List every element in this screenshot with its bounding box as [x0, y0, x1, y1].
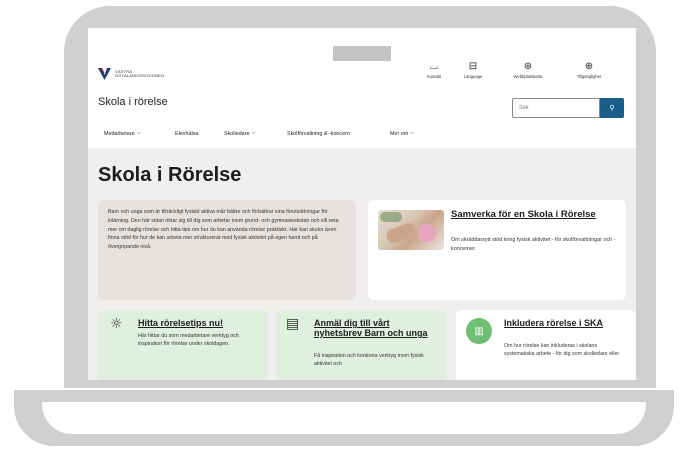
card-rorelsetips[interactable]: ☼ Hitta rörelsetips nu! Här hittar du so… — [98, 310, 268, 380]
top-link-label: Language — [463, 74, 483, 79]
card-nyhetsbrev[interactable]: ▤ Anmäl dig till vårt nyhetsbrev Barn oc… — [276, 310, 446, 380]
bookmark-icon: ⌴ — [430, 61, 438, 72]
laptop-screen: VÄSTRA GÖTALANDSREGIONEN Skola i rörelse… — [88, 28, 636, 380]
top-link-language[interactable]: ⊟ Language — [450, 61, 496, 79]
sitemap-icon: ⊛ — [523, 61, 533, 72]
photo-detail — [380, 212, 402, 222]
search-input[interactable] — [512, 98, 600, 118]
site-title[interactable]: Skola i rörelse — [98, 96, 168, 108]
card-rorelsetips-link[interactable]: Hitta rörelsetips nu! — [138, 318, 262, 328]
search-icon: ⚲ — [609, 104, 615, 112]
main-content: Skola i Rörelse Barn och unga som är til… — [88, 148, 636, 380]
logo-text-line2: GÖTALANDSREGIONEN — [115, 73, 165, 78]
chevron-down-icon: ⌵ — [410, 130, 415, 136]
card-nyhetsbrev-text: Få inspiration och konkreta verktyg inom… — [314, 353, 424, 368]
card-ska-text: Om hur rörelse kan inkluderas i skolans … — [504, 343, 620, 358]
page-title: Skola i Rörelse — [98, 164, 242, 186]
logo-text: VÄSTRA GÖTALANDSREGIONEN — [115, 69, 165, 79]
language-icon: ⊟ — [468, 61, 478, 72]
top-links: ⌴ Kontakt ⊟ Language ⊛ Webbplatskarta ⊕ … — [418, 61, 618, 79]
nav-item-medarbetare[interactable]: Medarbetare ⌵ — [104, 130, 175, 137]
top-link-label: Tillgänglighet — [576, 74, 602, 79]
collaboration-photo — [378, 210, 444, 250]
chart-icon: ▥ — [474, 325, 484, 337]
top-link-sitemap[interactable]: ⊛ Webbplatskarta — [496, 61, 560, 79]
top-link-label: Kontakt — [426, 74, 442, 79]
laptop-camera — [333, 46, 391, 61]
card-rorelsetips-text: Här hittar du som medarbetare verktyg oc… — [138, 333, 239, 348]
nav-item-label: Elevhälsa — [175, 130, 199, 137]
top-link-contact[interactable]: ⌴ Kontakt — [418, 61, 450, 79]
accessibility-icon: ⊕ — [584, 61, 594, 72]
card-ska-badge: ▥ — [466, 318, 492, 344]
photo-detail — [384, 221, 418, 245]
site-logo[interactable]: VÄSTRA GÖTALANDSREGIONEN — [98, 68, 164, 80]
card-samverka[interactable]: Samverka för en Skola i Rörelse Om skräd… — [368, 200, 626, 300]
nav-item-elevhalsa[interactable]: Elevhälsa — [175, 130, 224, 137]
intro-text: Barn och unga som är tillräckligt fysisk… — [108, 209, 339, 251]
card-samverka-link[interactable]: Samverka för en Skola i Rörelse — [451, 209, 611, 221]
document-icon: ▤ — [286, 316, 300, 332]
lightbulb-icon: ☼ — [110, 316, 123, 332]
nav-item-mer-om[interactable]: Mer om ⌵ — [390, 130, 414, 137]
search-bar: ⚲ — [512, 98, 624, 118]
card-ska-link[interactable]: Inkludera rörelse i SKA — [504, 318, 624, 328]
nav-item-label: Skolförvaltning & -koncern — [287, 130, 350, 137]
main-nav: Medarbetare ⌵ Elevhälsa Skolledare ⌵ Sko… — [104, 130, 414, 137]
nav-item-label: Mer om — [390, 130, 409, 137]
card-ska[interactable]: ▥ Inkludera rörelse i SKA Om hur rörelse… — [456, 310, 636, 380]
laptop-base-notch — [42, 402, 646, 434]
nav-item-label: Skolledare — [224, 130, 250, 137]
chevron-down-icon: ⌵ — [251, 130, 256, 136]
chevron-down-icon: ⌵ — [136, 130, 141, 136]
nav-item-skolledare[interactable]: Skolledare ⌵ — [224, 130, 287, 137]
nav-item-label: Medarbetare — [104, 130, 135, 137]
top-link-accessibility[interactable]: ⊕ Tillgänglighet — [560, 61, 618, 79]
photo-detail — [418, 224, 436, 242]
nav-item-skolforvaltning[interactable]: Skolförvaltning & -koncern — [287, 130, 390, 137]
search-button[interactable]: ⚲ — [600, 98, 624, 118]
logo-mark-icon — [98, 68, 111, 80]
intro-box: Barn och unga som är tillräckligt fysisk… — [98, 200, 356, 300]
card-nyhetsbrev-link[interactable]: Anmäl dig till vårt nyhetsbrev Barn och … — [314, 318, 436, 338]
top-link-label: Webbplatskarta — [513, 74, 543, 79]
card-samverka-text: Om skräddarsytt stöd kring fysisk aktivi… — [451, 237, 616, 252]
